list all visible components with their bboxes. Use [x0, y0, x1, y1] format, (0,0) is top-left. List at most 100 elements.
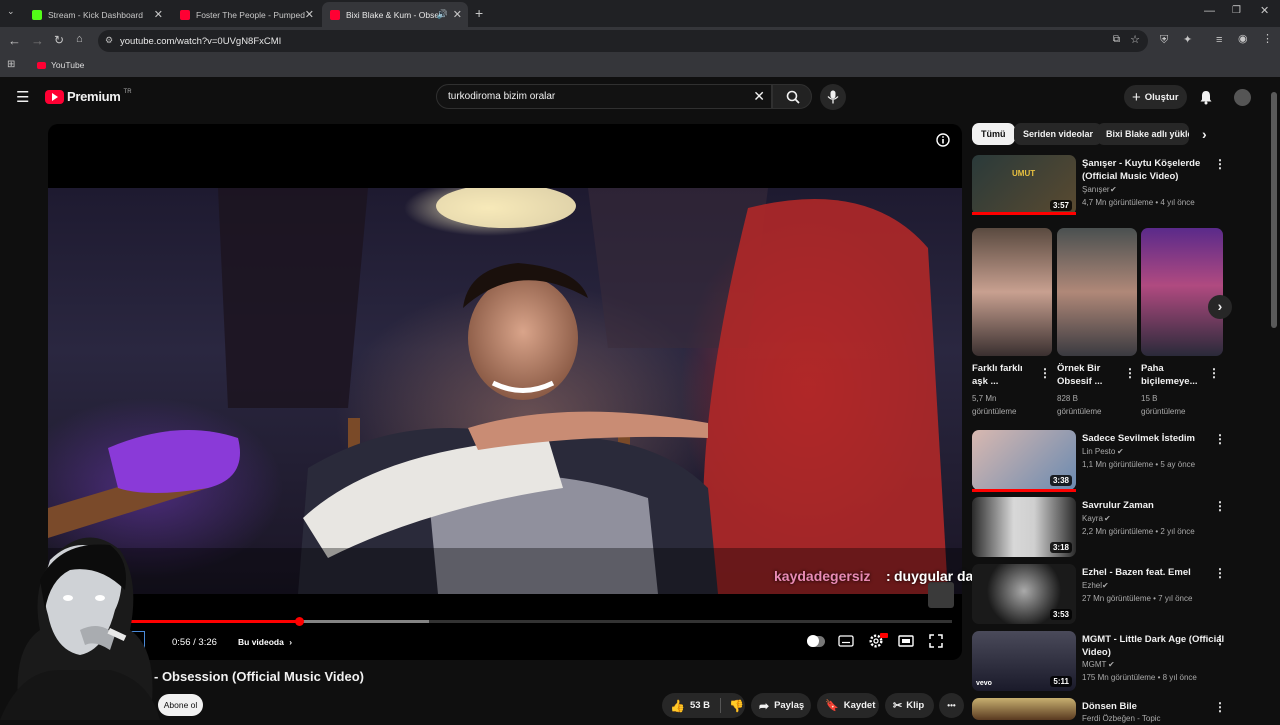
- back-icon[interactable]: ←: [8, 34, 21, 47]
- channel-name[interactable]: Ezhel: [1082, 580, 1102, 592]
- video-title[interactable]: Sadece Sevilmek İstedim: [1082, 432, 1195, 445]
- more-vert-icon[interactable]: ⋮: [1214, 633, 1226, 647]
- video-scene-image: [48, 188, 962, 594]
- extensions-puzzle-icon[interactable]: ✦: [1183, 35, 1192, 46]
- verified-icon: ✔: [1110, 185, 1117, 194]
- close-tab-icon[interactable]: ✕: [305, 8, 314, 21]
- channel-name[interactable]: Lin Pesto: [1082, 446, 1115, 458]
- video-title-line-2[interactable]: (Official Music Video): [1082, 170, 1178, 183]
- video-title-line-2[interactable]: Video): [1082, 646, 1111, 659]
- duration-badge: 3:53: [1049, 609, 1072, 620]
- video-title[interactable]: Dönsen Bile: [1082, 700, 1137, 713]
- more-vert-icon[interactable]: ⋮: [1124, 366, 1136, 380]
- search-input[interactable]: turkodiroma bizim oralar ✕: [436, 84, 772, 109]
- subtitles-icon[interactable]: [838, 635, 854, 647]
- save-button[interactable]: 🔖 Kaydet: [817, 693, 879, 718]
- share-arrow-icon: ➦: [759, 698, 770, 713]
- channel-watermark[interactable]: [928, 582, 954, 608]
- video-thumbnail[interactable]: 3:38: [972, 430, 1076, 490]
- chips-next-chevron-icon[interactable]: ›: [1202, 126, 1207, 142]
- dislike-button[interactable]: 👎: [721, 699, 744, 713]
- scrubber-handle[interactable]: [294, 617, 304, 626]
- more-vert-icon[interactable]: ⋮: [1214, 700, 1226, 714]
- more-vert-icon[interactable]: ⋮: [1214, 432, 1226, 446]
- more-vert-icon[interactable]: ⋮: [1039, 366, 1051, 380]
- video-thumbnail[interactable]: 3:53: [972, 564, 1076, 624]
- chapter-button[interactable]: Bu videoda ›: [238, 637, 292, 647]
- media-control-icon[interactable]: ≡: [1216, 35, 1222, 46]
- chip-series[interactable]: Seriden videolar: [1014, 123, 1103, 145]
- short-thumbnail[interactable]: [1141, 228, 1223, 356]
- tab-bixi-blake-obsession[interactable]: Bixi Blake & Kum - Obsessi 🔊 ✕: [322, 2, 468, 27]
- short-title[interactable]: Farklı farklı aşk ...: [972, 362, 1032, 388]
- close-tab-icon[interactable]: ✕: [453, 8, 462, 21]
- like-button[interactable]: 👍 53 B: [662, 699, 710, 713]
- verified-icon: ✔: [1102, 581, 1109, 590]
- shorts-next-button[interactable]: ›: [1208, 295, 1232, 319]
- clear-search-icon[interactable]: ✕: [753, 88, 765, 105]
- youtube-bookmark[interactable]: YouTube: [37, 60, 84, 70]
- video-title[interactable]: Savrulur Zaman: [1082, 499, 1154, 512]
- address-bar[interactable]: ⚙ youtube.com/watch?v=0UVgN8FxCMI ⧉ ☆: [98, 30, 1148, 52]
- browser-tab-strip: ⌄ Stream - Kick Dashboard ✕ Foster The P…: [0, 0, 1280, 27]
- info-icon[interactable]: [936, 133, 950, 147]
- close-window-icon[interactable]: ✕: [1260, 6, 1269, 17]
- youtube-premium-logo[interactable]: Premium TR: [45, 89, 132, 104]
- more-vert-icon[interactable]: ⋮: [1208, 366, 1220, 380]
- video-title[interactable]: Şanışer - Kuytu Köşelerde: [1082, 157, 1200, 170]
- audio-playing-icon[interactable]: 🔊: [437, 9, 448, 20]
- video-frame[interactable]: [48, 188, 962, 594]
- video-title[interactable]: Ezhel - Bazen feat. Emel: [1082, 566, 1191, 579]
- channel-name[interactable]: Ferdi Özbeğen - Topic: [1082, 713, 1161, 725]
- subscribe-button[interactable]: Abone ol: [158, 694, 203, 716]
- profile-icon[interactable]: ◉: [1238, 34, 1248, 45]
- apps-grid-icon[interactable]: ⊞: [7, 60, 15, 70]
- video-thumbnail[interactable]: vevo 5:11: [972, 631, 1076, 691]
- chip-uploader[interactable]: Bixi Blake adlı yükleyi: [1097, 123, 1189, 145]
- page-scrollbar[interactable]: [1271, 92, 1277, 328]
- more-horizontal-icon: •••: [947, 701, 956, 710]
- bookmark-star-icon[interactable]: ☆: [1130, 33, 1140, 46]
- notifications-bell-icon[interactable]: [1199, 90, 1213, 105]
- shield-extension-icon[interactable]: ⛨: [1160, 35, 1168, 46]
- short-thumbnail[interactable]: [972, 228, 1052, 356]
- maximize-icon[interactable]: ❐: [1232, 6, 1241, 16]
- reload-icon[interactable]: ↻: [54, 34, 64, 46]
- new-tab-icon[interactable]: +: [475, 6, 483, 20]
- browser-menu-icon[interactable]: ⋮: [1262, 34, 1273, 45]
- more-actions-button[interactable]: •••: [939, 693, 964, 718]
- install-app-icon[interactable]: ⧉: [1113, 34, 1120, 45]
- short-title[interactable]: Örnek Bir Obsesif ...: [1057, 362, 1117, 388]
- theater-mode-icon[interactable]: [898, 635, 914, 647]
- more-vert-icon[interactable]: ⋮: [1214, 566, 1226, 580]
- hamburger-menu-icon[interactable]: ☰: [16, 90, 29, 105]
- tab-kick-dashboard[interactable]: Stream - Kick Dashboard ✕: [24, 2, 169, 27]
- video-title[interactable]: MGMT - Little Dark Age (Official: [1082, 633, 1224, 646]
- video-thumbnail[interactable]: 3:18: [972, 497, 1076, 557]
- clip-button[interactable]: ✂ Klip: [885, 693, 934, 718]
- create-button[interactable]: + Oluştur: [1124, 85, 1187, 109]
- close-tab-icon[interactable]: ✕: [154, 8, 163, 21]
- search-button[interactable]: [772, 84, 812, 109]
- forward-icon[interactable]: →: [31, 34, 44, 47]
- channel-name[interactable]: MGMT: [1082, 659, 1106, 671]
- short-thumbnail[interactable]: [1057, 228, 1137, 356]
- autoplay-toggle[interactable]: [807, 635, 825, 647]
- minimize-icon[interactable]: —: [1204, 6, 1215, 17]
- video-thumbnail[interactable]: [972, 698, 1076, 720]
- fullscreen-icon[interactable]: [929, 634, 943, 648]
- more-vert-icon[interactable]: ⋮: [1214, 499, 1226, 513]
- voice-search-button[interactable]: [820, 84, 846, 110]
- site-info-icon[interactable]: ⚙: [105, 35, 113, 46]
- short-title[interactable]: Paha biçilemeye...: [1141, 362, 1203, 388]
- channel-name[interactable]: Şanışer: [1082, 184, 1110, 196]
- more-vert-icon[interactable]: ⋮: [1214, 157, 1226, 171]
- home-icon[interactable]: ⌂: [76, 34, 83, 45]
- account-avatar[interactable]: [1234, 89, 1251, 106]
- chip-all[interactable]: Tümü: [972, 123, 1015, 145]
- share-button[interactable]: ➦ Paylaş: [751, 693, 811, 718]
- video-thumbnail[interactable]: UMUT 3:57: [972, 155, 1076, 215]
- tab-foster-the-people[interactable]: Foster The People - Pumped Up ✕: [172, 2, 320, 27]
- channel-name[interactable]: Kayra: [1082, 513, 1103, 525]
- tab-search-icon[interactable]: ⌄: [7, 7, 15, 16]
